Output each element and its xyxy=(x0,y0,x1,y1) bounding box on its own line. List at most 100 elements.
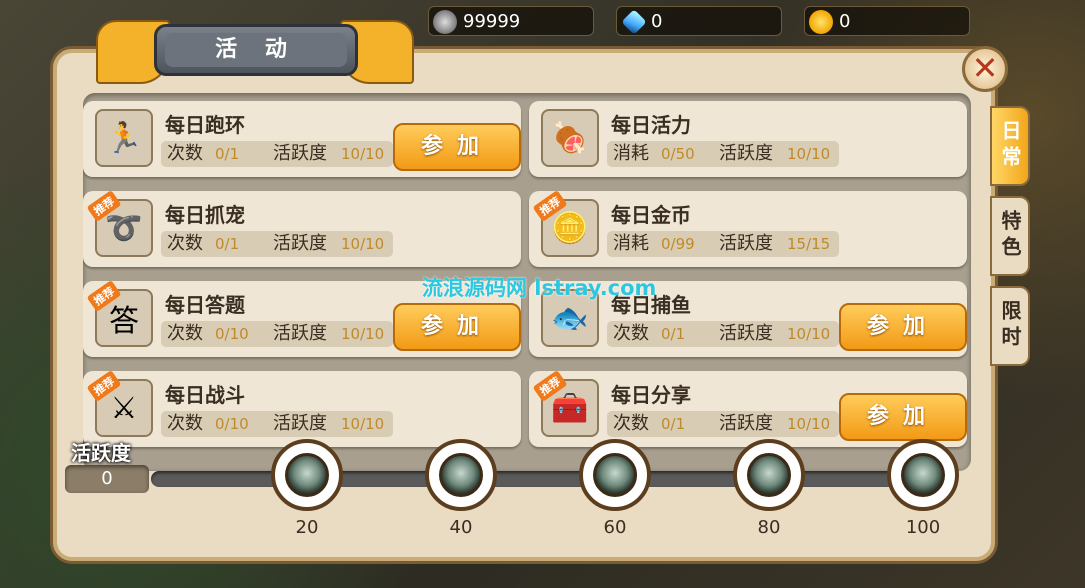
stat1-value: 0/1 xyxy=(661,325,686,343)
milestone-reward-20[interactable] xyxy=(271,439,343,511)
icon-glyph: 🪙 xyxy=(551,210,589,246)
stat1-value: 0/1 xyxy=(215,145,240,163)
milestone-reward-80[interactable] xyxy=(733,439,805,511)
activity-title: 每日金币 xyxy=(611,203,691,227)
activity-panel: 🏃 每日跑环 次数 0/1 活跃度 10/10 参加 🍖 每日活力 消耗 0/50 活… xyxy=(50,46,998,564)
join-button[interactable]: 参加 xyxy=(393,303,521,351)
activity-stats: 次数 0/10 活跃度 10/10 xyxy=(161,411,393,437)
activity-card[interactable]: 🧰 推荐 每日分享 次数 0/1 活跃度 10/10 参加 xyxy=(529,370,967,447)
activity-title: 每日跑环 xyxy=(165,113,245,137)
icon-glyph: ➰ xyxy=(105,210,143,246)
activity-card[interactable]: 🪙 推荐 每日金币 消耗 0/99 活跃度 15/15 xyxy=(529,190,967,267)
stat2-value: 15/15 xyxy=(787,235,831,253)
activity-title: 每日战斗 xyxy=(165,383,245,407)
stat1-label: 次数 xyxy=(167,233,203,254)
stat2-label: 活跃度 xyxy=(719,413,773,434)
activity-card[interactable]: ➰ 推荐 每日抓宠 次数 0/1 活跃度 10/10 xyxy=(83,190,521,267)
milestone-label: 20 xyxy=(295,517,319,538)
activity-card[interactable]: ⚔ 推荐 每日战斗 次数 0/10 活跃度 10/10 xyxy=(83,370,521,447)
milestone-label: 100 xyxy=(905,517,941,538)
silver-coin-icon xyxy=(433,10,457,34)
tab-limited[interactable]: 限时 xyxy=(990,286,1030,366)
stat1-label: 消耗 xyxy=(613,233,649,254)
stat1-label: 次数 xyxy=(613,323,649,344)
stat2-label: 活跃度 xyxy=(719,233,773,254)
activity-title: 每日抓宠 xyxy=(165,203,245,227)
activity-stats: 次数 0/1 活跃度 10/10 xyxy=(607,411,839,437)
stat1-label: 次数 xyxy=(167,323,203,344)
milestone-label: 60 xyxy=(603,517,627,538)
icon-glyph: 答 xyxy=(109,304,139,339)
pearl-shell-icon xyxy=(439,453,483,497)
runner-icon: 🏃 xyxy=(95,109,153,167)
stat2-label: 活跃度 xyxy=(273,143,327,164)
watermark-text: 流浪源码网 lstray.com xyxy=(422,276,657,300)
activity-title: 每日分享 xyxy=(611,383,691,407)
stat2-value: 10/10 xyxy=(341,415,385,433)
tab-special[interactable]: 特色 xyxy=(990,196,1030,276)
stat1-label: 次数 xyxy=(167,413,203,434)
activity-stats: 消耗 0/99 活跃度 15/15 xyxy=(607,231,839,257)
tab-daily[interactable]: 日常 xyxy=(990,106,1030,186)
stat2-label: 活跃度 xyxy=(719,323,773,344)
activity-stats: 消耗 0/50 活跃度 10/10 xyxy=(607,141,839,167)
pearl-shell-icon xyxy=(901,453,945,497)
stat2-value: 10/10 xyxy=(787,415,831,433)
stat2-value: 10/10 xyxy=(341,235,385,253)
stat2-value: 10/10 xyxy=(787,145,831,163)
crystal-counter: 0 xyxy=(616,6,782,36)
activity-bar-label: 活跃度 xyxy=(71,441,131,465)
panel-title: 活 动 xyxy=(165,33,347,67)
milestone-label: 40 xyxy=(449,517,473,538)
stat1-label: 消耗 xyxy=(613,143,649,164)
crystal-value: 0 xyxy=(651,11,663,32)
stat1-label: 次数 xyxy=(167,143,203,164)
stat1-value: 0/99 xyxy=(661,235,695,253)
activity-card[interactable]: 🏃 每日跑环 次数 0/1 活跃度 10/10 参加 xyxy=(83,101,521,177)
gold-value: 0 xyxy=(839,11,851,32)
icon-glyph: ⚔ xyxy=(110,390,138,426)
icon-glyph: 🐟 xyxy=(551,300,589,336)
milestone-reward-60[interactable] xyxy=(579,439,651,511)
stat2-value: 10/10 xyxy=(341,145,385,163)
milestone-reward-40[interactable] xyxy=(425,439,497,511)
stat2-label: 活跃度 xyxy=(273,233,327,254)
gold-ingot-icon xyxy=(809,10,833,34)
activity-stats: 次数 0/1 活跃度 10/10 xyxy=(161,231,393,257)
activity-stats: 次数 0/1 活跃度 10/10 xyxy=(161,141,393,167)
activity-stats: 次数 0/1 活跃度 10/10 xyxy=(607,321,839,347)
pearl-shell-icon xyxy=(593,453,637,497)
icon-glyph: 🏃 xyxy=(105,120,143,156)
icon-glyph: 🧰 xyxy=(551,390,589,426)
panel-header: 活 动 xyxy=(96,14,414,84)
stat2-label: 活跃度 xyxy=(273,413,327,434)
pearl-shell-icon xyxy=(747,453,791,497)
join-button[interactable]: 参加 xyxy=(393,123,521,171)
stat1-label: 次数 xyxy=(613,413,649,434)
join-button[interactable]: 参加 xyxy=(839,393,967,441)
activity-stats: 次数 0/10 活跃度 10/10 xyxy=(161,321,393,347)
silver-counter: 99999 xyxy=(428,6,594,36)
stat2-value: 10/10 xyxy=(787,325,831,343)
milestone-label: 80 xyxy=(757,517,781,538)
stat1-value: 0/10 xyxy=(215,325,249,343)
activity-title: 每日活力 xyxy=(611,113,691,137)
activity-title: 每日答题 xyxy=(165,293,245,317)
stat1-value: 0/10 xyxy=(215,415,249,433)
gold-counter: 0 xyxy=(804,6,970,36)
meat-icon: 🍖 xyxy=(541,109,599,167)
join-button[interactable]: 参加 xyxy=(839,303,967,351)
milestone-reward-100[interactable] xyxy=(887,439,959,511)
stat1-value: 0/1 xyxy=(661,415,686,433)
close-button[interactable]: ✕ xyxy=(962,46,1008,92)
activity-card[interactable]: 🍖 每日活力 消耗 0/50 活跃度 10/10 xyxy=(529,101,967,177)
stat1-value: 0/50 xyxy=(661,145,695,163)
stat1-value: 0/1 xyxy=(215,235,240,253)
title-plate: 活 动 xyxy=(154,24,358,76)
silver-value: 99999 xyxy=(463,11,521,32)
activity-bar-value: 0 xyxy=(65,465,149,493)
stat2-label: 活跃度 xyxy=(273,323,327,344)
crystal-icon xyxy=(621,9,647,35)
pearl-shell-icon xyxy=(285,453,329,497)
stat2-value: 10/10 xyxy=(341,325,385,343)
